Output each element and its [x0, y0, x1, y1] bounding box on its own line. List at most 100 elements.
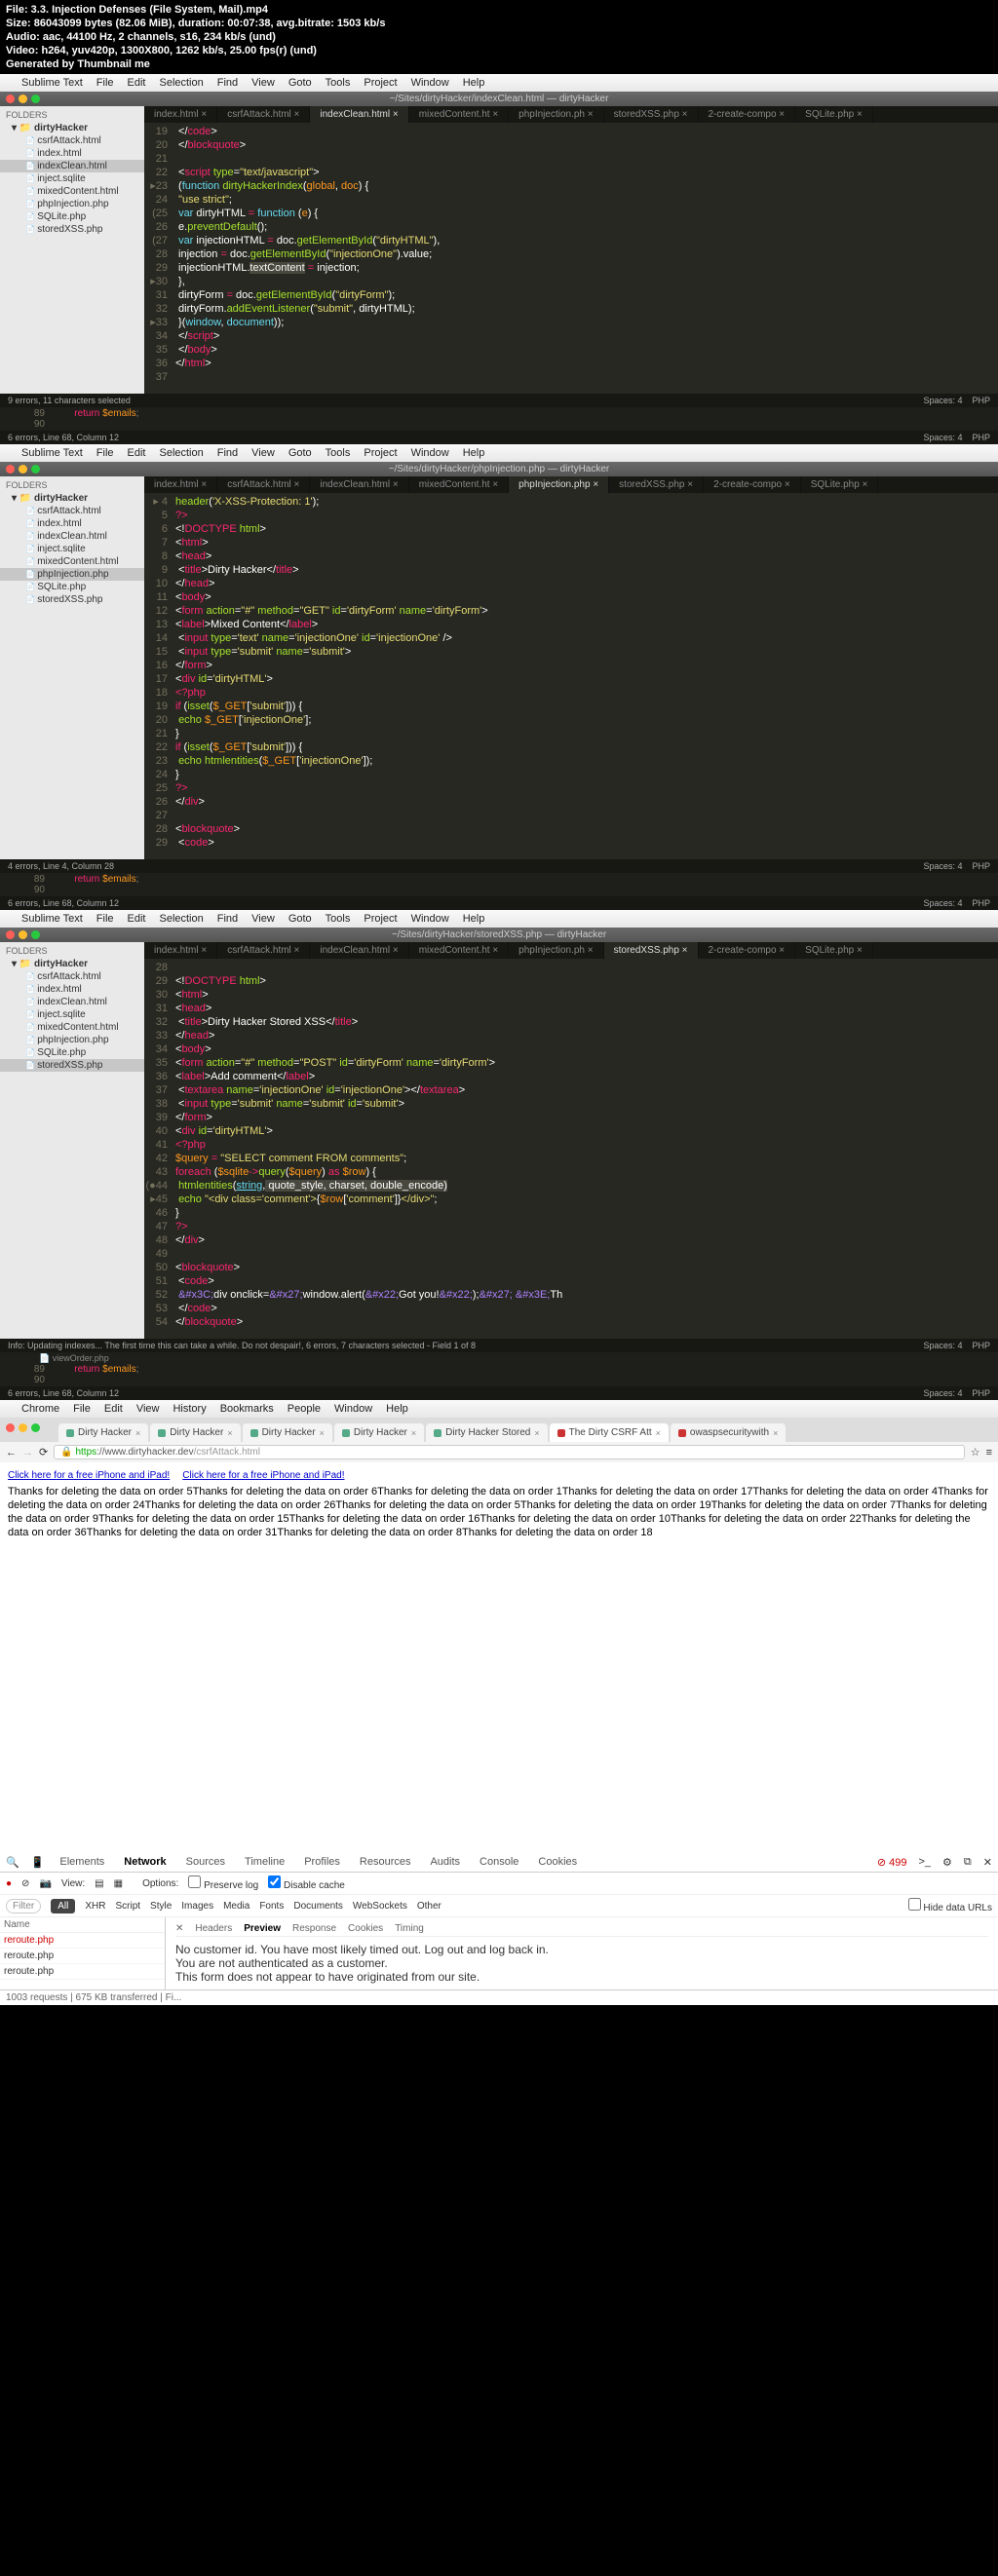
sidebar-folder[interactable]: ▾ 📁 dirtyHacker [0, 958, 144, 970]
filter-pill[interactable]: Script [115, 1901, 140, 1912]
menu-item[interactable]: File [96, 447, 114, 459]
status-lang[interactable]: PHP [972, 396, 990, 405]
menu-item[interactable]: Goto [288, 77, 312, 89]
menu-item[interactable]: Find [217, 913, 238, 925]
file-tab[interactable]: SQLite.php × [801, 476, 879, 493]
reload-button[interactable]: ⟳ [39, 1446, 48, 1458]
file-tab[interactable]: storedXSS.php × [604, 106, 699, 123]
menu-item[interactable]: File [73, 1403, 91, 1415]
preserve-log-checkbox[interactable]: Preserve log [188, 1875, 258, 1891]
file-tab[interactable]: index.html × [144, 942, 217, 959]
sidebar-file[interactable]: csrfAttack.html [0, 505, 144, 517]
filter-pill[interactable]: Style [150, 1901, 172, 1912]
column-header[interactable]: Name [0, 1917, 165, 1933]
code-area-1[interactable]: 19 </code>20 </blockquote>2122 <script t… [144, 123, 998, 394]
menu-icon[interactable]: ≡ [986, 1447, 992, 1458]
file-tab[interactable]: 2-create-compo × [704, 476, 801, 493]
menu-item[interactable]: Help [463, 913, 485, 925]
sidebar-file[interactable]: SQLite.php [0, 581, 144, 593]
sidebar-file[interactable]: csrfAttack.html [0, 134, 144, 147]
camera-icon[interactable]: 📷 [39, 1878, 51, 1889]
drawer-icon[interactable]: >_ [919, 1856, 932, 1868]
browser-tab[interactable]: Dirty Hacker Stored× [426, 1423, 548, 1442]
hide-urls-checkbox[interactable]: Hide data URLs [908, 1898, 992, 1913]
menu-item[interactable]: Find [217, 77, 238, 89]
sidebar-file[interactable]: storedXSS.php [0, 223, 144, 236]
menu-item[interactable]: Tools [326, 77, 351, 89]
record-button[interactable]: ● [6, 1878, 12, 1889]
forward-button[interactable]: → [22, 1447, 33, 1458]
sidebar-folder[interactable]: ▾ 📁 dirtyHacker [0, 492, 144, 505]
sidebar-file[interactable]: index.html [0, 517, 144, 530]
browser-tab[interactable]: Dirty Hacker× [243, 1423, 332, 1442]
devtools-tab[interactable]: Console [476, 1854, 522, 1870]
menu-item[interactable]: Tools [326, 913, 351, 925]
view-large-icon[interactable]: ▦ [114, 1878, 123, 1889]
menu-item[interactable]: Selection [159, 913, 203, 925]
ad-link[interactable]: Click here for a free iPhone and iPad! [182, 1470, 344, 1481]
browser-tab[interactable]: Dirty Hacker× [150, 1423, 240, 1442]
preview-tab[interactable]: Cookies [348, 1923, 383, 1934]
menu-item[interactable]: Edit [128, 77, 146, 89]
menu-item[interactable]: View [251, 77, 275, 89]
menu-item[interactable]: Chrome [21, 1403, 59, 1415]
menu-item[interactable]: Goto [288, 447, 312, 459]
settings-icon[interactable]: ⚙ [942, 1856, 952, 1869]
file-tab[interactable]: phpInjection.ph × [509, 106, 603, 123]
sidebar-file[interactable]: storedXSS.php [0, 593, 144, 606]
preview-tab[interactable]: Preview [244, 1923, 281, 1934]
menu-item[interactable]: Help [386, 1403, 408, 1415]
file-tab[interactable]: csrfAttack.html × [217, 942, 310, 959]
file-tab[interactable]: mixedContent.ht × [409, 942, 509, 959]
sidebar-file[interactable]: indexClean.html [0, 996, 144, 1008]
ad-link[interactable]: Click here for a free iPhone and iPad! [8, 1470, 170, 1481]
disable-cache-checkbox[interactable]: Disable cache [268, 1875, 345, 1891]
menu-item[interactable]: File [96, 913, 114, 925]
menu-item[interactable]: Project [364, 77, 397, 89]
dock-icon[interactable]: ⧉ [964, 1856, 972, 1869]
browser-tab[interactable]: Dirty Hacker× [334, 1423, 424, 1442]
devtools-tab[interactable]: Sources [182, 1854, 229, 1870]
file-tab[interactable]: index.html × [144, 476, 217, 493]
menu-item[interactable]: Edit [128, 913, 146, 925]
filter-pill[interactable]: All [51, 1899, 75, 1913]
browser-tab[interactable]: owaspsecuritywith× [671, 1423, 786, 1442]
file-tab[interactable]: csrfAttack.html × [217, 106, 310, 123]
filter-pill[interactable]: Other [417, 1901, 441, 1912]
code-area-3[interactable]: 2829<!DOCTYPE html>30<html>31<head>32 <t… [144, 959, 998, 1339]
browser-tab[interactable]: The Dirty CSRF Att× [550, 1423, 669, 1442]
menu-item[interactable]: Sublime Text [21, 913, 83, 925]
devtools-tab[interactable]: Audits [426, 1854, 464, 1870]
window-controls[interactable] [6, 1423, 40, 1432]
menu-item[interactable]: Edit [104, 1403, 123, 1415]
menu-item[interactable]: Help [463, 447, 485, 459]
devtools-tab[interactable]: Resources [356, 1854, 415, 1870]
file-tab[interactable]: SQLite.php × [795, 106, 873, 123]
file-tab[interactable]: mixedContent.ht × [409, 106, 509, 123]
file-tab[interactable]: phpInjection.ph × [509, 942, 603, 959]
filter-pill[interactable]: WebSockets [353, 1901, 407, 1912]
clear-button[interactable]: ⊘ [21, 1878, 29, 1889]
sidebar-file[interactable]: storedXSS.php [0, 1059, 144, 1072]
menu-item[interactable]: Find [217, 447, 238, 459]
sidebar-file[interactable]: SQLite.php [0, 210, 144, 223]
error-count[interactable]: ⊘ 499 [877, 1856, 907, 1869]
view-small-icon[interactable]: ▤ [95, 1878, 103, 1889]
file-tab[interactable]: indexClean.html × [310, 942, 408, 959]
filter-pill[interactable]: Media [223, 1901, 250, 1912]
menu-item[interactable]: Help [463, 77, 485, 89]
file-tab[interactable]: 2-create-compo × [699, 106, 796, 123]
sidebar-file[interactable]: inject.sqlite [0, 1008, 144, 1021]
status-spaces[interactable]: Spaces: 4 [923, 396, 962, 405]
file-tab[interactable]: SQLite.php × [795, 942, 873, 959]
back-button[interactable]: ← [6, 1447, 17, 1458]
sidebar-file[interactable]: inject.sqlite [0, 543, 144, 555]
sidebar-file[interactable]: mixedContent.html [0, 185, 144, 198]
devtools-tab[interactable]: Elements [56, 1854, 108, 1870]
menu-item[interactable]: Goto [288, 913, 312, 925]
star-icon[interactable]: ☆ [971, 1446, 980, 1458]
file-tab[interactable]: index.html × [144, 106, 217, 123]
sidebar-file[interactable]: mixedContent.html [0, 555, 144, 568]
network-row[interactable]: reroute.php [0, 1964, 165, 1980]
menu-item[interactable]: Sublime Text [21, 77, 83, 89]
